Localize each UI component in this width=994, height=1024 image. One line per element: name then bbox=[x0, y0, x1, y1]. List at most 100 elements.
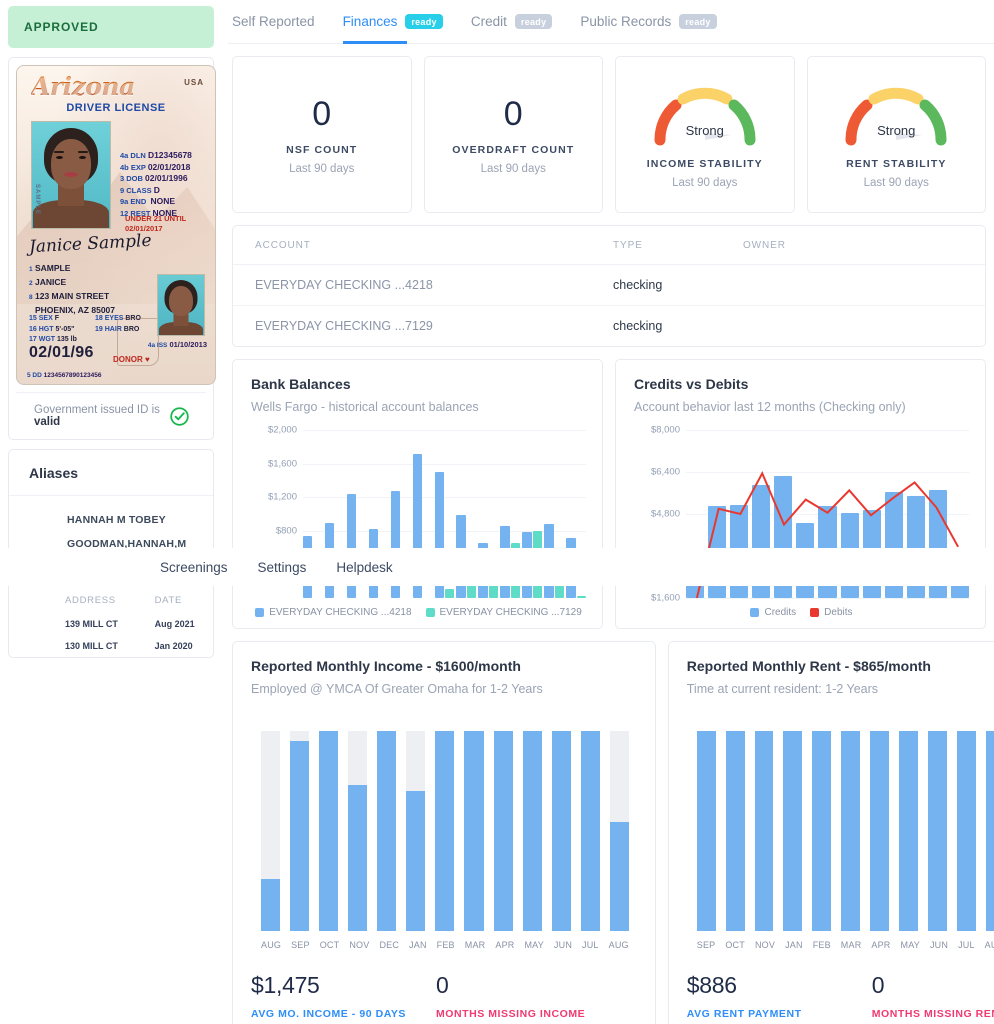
tab-finances[interactable]: Finances ready bbox=[342, 0, 443, 44]
stat-avg-monthly-income: $1,475 AVG MO. INCOME - 90 DAYS 13 month… bbox=[251, 972, 436, 1024]
status-badge-ready: ready bbox=[405, 14, 443, 29]
x-axis-tick-label: JUN bbox=[929, 940, 949, 950]
license-portrait-photo: SAMPLE bbox=[31, 121, 111, 229]
bar-fill bbox=[406, 791, 426, 931]
x-axis-tick-label: JUN bbox=[553, 940, 573, 950]
bar-track bbox=[377, 731, 397, 931]
bank-balances-chart-card: Bank Balances Wells Fargo - historical a… bbox=[232, 359, 603, 629]
chart-title: Bank Balances bbox=[251, 376, 351, 392]
license-field-list: 4a DLN D12345678 4b EXP 02/01/2018 3 DOB… bbox=[120, 150, 192, 218]
stat-value: $886 bbox=[686, 972, 737, 998]
license-name-block: 1 SAMPLE 2 JANICE 8 123 MAIN STREET PHOE… bbox=[29, 263, 115, 315]
bar-column bbox=[841, 731, 861, 931]
tab-self-reported[interactable]: Self Reported bbox=[232, 0, 315, 44]
bar-track bbox=[348, 731, 368, 931]
bar-track bbox=[522, 731, 542, 931]
card-subtitle: Employed @ YMCA Of Greater Omaha for 1-2… bbox=[251, 682, 543, 696]
bar-column bbox=[261, 731, 281, 931]
bar-fill bbox=[261, 878, 281, 931]
table-row[interactable]: EVERYDAY CHECKING ...4218 checking bbox=[233, 264, 985, 306]
y-axis-tick-label: $1,600 bbox=[650, 592, 680, 604]
x-axis-tick-label: JUL bbox=[582, 940, 599, 950]
stat-card-overdraft-count: 0 OVERDRAFT COUNT Last 90 days bbox=[423, 56, 603, 213]
column-header-account: ACCOUNT bbox=[233, 226, 605, 265]
y-axis-tick-label: $800 bbox=[275, 525, 297, 537]
nav-item-settings[interactable]: Settings bbox=[258, 560, 307, 575]
income-bar-chart bbox=[251, 731, 639, 931]
bar-fill bbox=[551, 731, 571, 931]
bar bbox=[576, 596, 586, 598]
status-badge-label: APPROVED bbox=[24, 20, 99, 34]
address-cell: 130 MILL CT bbox=[65, 641, 118, 651]
bar-column bbox=[812, 731, 832, 931]
stat-value: 0 bbox=[871, 972, 885, 998]
rent-chart-axis: SEP OCT NOV JAN FEB MAR APR MAY JUN JUL AUG bbox=[687, 931, 994, 950]
bar-track bbox=[725, 731, 745, 931]
gridline bbox=[686, 598, 969, 599]
bar-fill bbox=[319, 731, 339, 931]
bar-fill bbox=[928, 731, 947, 931]
check-circle-icon bbox=[169, 406, 190, 427]
x-axis-tick-label: SEP bbox=[291, 940, 310, 950]
gauge-value: Strong bbox=[685, 123, 724, 138]
credits-debits-chart-card: Credits vs Debits Account behavior last … bbox=[615, 359, 986, 629]
bar-column bbox=[696, 731, 716, 931]
bar-fill bbox=[783, 731, 803, 931]
legend-label: Credits bbox=[764, 607, 797, 618]
legend-item[interactable]: EVERYDAY CHECKING ...7129 bbox=[425, 607, 582, 618]
legend-label: EVERYDAY CHECKING ...7129 bbox=[439, 607, 582, 618]
stat-value: 0 bbox=[436, 972, 449, 998]
government-id-panel: Arizona USA DRIVER LICENSE SAMPLE 4a DLN… bbox=[8, 57, 216, 440]
x-axis-tick-label: MAY bbox=[900, 940, 920, 950]
nav-item-helpdesk[interactable]: Helpdesk bbox=[336, 560, 392, 575]
legend-item[interactable]: Debits bbox=[810, 607, 853, 618]
chart-subtitle: Wells Fargo - historical account balance… bbox=[251, 400, 479, 414]
bar-fill bbox=[696, 731, 716, 931]
bar-column bbox=[290, 731, 310, 931]
bar-column bbox=[406, 731, 426, 931]
stat-label: NSF COUNT bbox=[286, 144, 358, 156]
table-header-row: ACCOUNT TYPE OWNER bbox=[233, 226, 985, 265]
x-axis-tick-label: SEP bbox=[696, 940, 716, 950]
legend-swatch bbox=[750, 608, 760, 617]
x-axis-tick-label: NOV bbox=[349, 940, 370, 950]
stat-months-missing-income: 0 MONTHS MISSING INCOME Verified 12 mont… bbox=[436, 972, 639, 1024]
tab-public-records[interactable]: Public Records ready bbox=[580, 0, 717, 44]
stat-sublabel: Last 90 days bbox=[672, 177, 738, 189]
y-axis-tick-label: $8,000 bbox=[650, 424, 680, 436]
stat-card-nsf-count: 0 NSF COUNT Last 90 days bbox=[232, 56, 412, 213]
y-axis-tick-label: $2,000 bbox=[267, 424, 297, 436]
bar bbox=[445, 588, 455, 598]
date-cell: Jan 2020 bbox=[154, 641, 193, 651]
list-item: HANNAH M TOBEY bbox=[67, 514, 166, 526]
table-row[interactable]: EVERYDAY CHECKING ...7129 checking bbox=[233, 306, 985, 347]
tab-label: Public Records bbox=[580, 14, 672, 29]
stat-value: $1,475 bbox=[251, 972, 320, 998]
card-title: Reported Monthly Rent - $865/month bbox=[686, 658, 931, 674]
bar-fill bbox=[464, 731, 484, 931]
bar-track bbox=[928, 731, 947, 931]
bar-fill bbox=[348, 784, 368, 931]
license-dd-number: 5 DD 1234567890123456 bbox=[27, 372, 102, 379]
stat-caption: AVG MO. INCOME - 90 DAYS bbox=[251, 1008, 406, 1020]
nav-item-screenings[interactable]: Screenings bbox=[160, 560, 228, 575]
legend-item[interactable]: EVERYDAY CHECKING ...4218 bbox=[255, 607, 412, 618]
bar-column bbox=[435, 731, 455, 931]
x-axis-tick-label: FEB bbox=[812, 940, 831, 950]
card-subtitle: Time at current resident: 1-2 Years bbox=[686, 682, 879, 696]
finances-report-page: APPROVED Arizona USA DRIVER LICENSE SAMP… bbox=[0, 0, 994, 1024]
x-axis-tick-label: MAY bbox=[524, 940, 544, 950]
x-axis-tick-label: AUG bbox=[608, 940, 629, 950]
bar-column bbox=[783, 731, 803, 931]
gauge-icon: Strong bbox=[837, 80, 955, 148]
legend-item[interactable]: Credits bbox=[750, 607, 796, 618]
bar-column bbox=[551, 731, 571, 931]
bar-track bbox=[464, 731, 484, 931]
license-dob-large: 02/01/96 bbox=[29, 344, 94, 361]
y-axis-tick-label: $1,600 bbox=[267, 458, 297, 470]
account-owner-cell bbox=[735, 264, 985, 306]
license-photo-watermark: SAMPLE bbox=[34, 184, 40, 216]
tab-credit[interactable]: Credit ready bbox=[471, 0, 553, 44]
x-axis-tick-label: OCT bbox=[319, 940, 340, 950]
x-axis-tick-label: APR bbox=[871, 940, 891, 950]
